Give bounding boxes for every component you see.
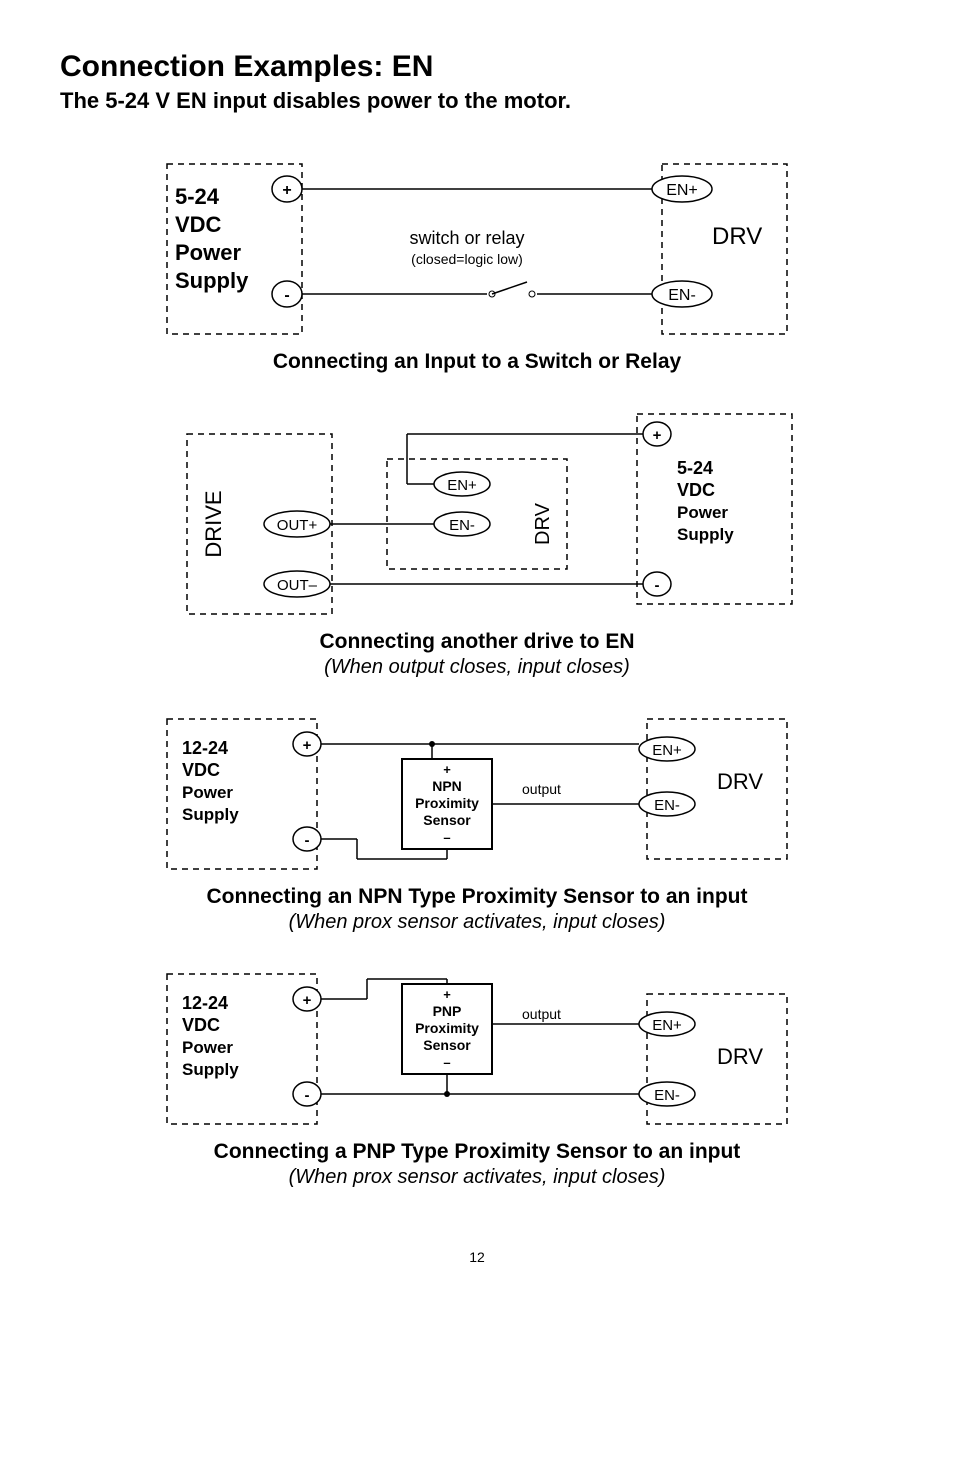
switch-label2: (closed=logic low) [411, 251, 523, 267]
sensor-l1: NPN [432, 778, 462, 794]
output-label: output [522, 1006, 561, 1022]
ps-l4: Supply [677, 525, 734, 544]
diagram1-caption: Connecting an Input to a Switch or Relay [273, 350, 681, 374]
en-minus: EN- [449, 517, 475, 534]
ps-label3: Power [175, 240, 241, 265]
ps-l3: Power [182, 783, 233, 802]
drive-label: DRIVE [201, 490, 226, 557]
sensor-l1: PNP [433, 1003, 462, 1019]
out-plus: OUT+ [277, 517, 318, 534]
drv-label: DRV [532, 502, 554, 545]
ps-l4: Supply [182, 1060, 239, 1079]
drv-label: DRV [712, 223, 762, 250]
plus: + [303, 737, 312, 754]
en-minus: EN- [654, 1087, 680, 1104]
minus: - [305, 1087, 310, 1104]
en-plus: EN+ [652, 742, 682, 759]
ps-l4: Supply [182, 805, 239, 824]
ps-l3: Power [182, 1038, 233, 1057]
drv-label: DRV [717, 1044, 763, 1069]
section-heading: Connection Examples: EN [60, 50, 894, 84]
sensor-l2: Proximity [415, 795, 479, 811]
output-label: output [522, 781, 561, 797]
en-plus: EN+ [666, 182, 698, 199]
ps-l2: VDC [182, 1015, 220, 1035]
ps-l1: 12-24 [182, 738, 228, 758]
ps-l2: VDC [182, 760, 220, 780]
en-minus: EN- [654, 797, 680, 814]
ps-l1: 5-24 [677, 458, 713, 478]
diagram4-caption-bold: Connecting a PNP Type Proximity Sensor t… [214, 1140, 741, 1164]
diagram2-caption-italic: (When output closes, input closes) [324, 656, 630, 679]
sensor-plus: + [443, 987, 451, 1002]
diagram3-caption-bold: Connecting an NPN Type Proximity Sensor … [207, 885, 748, 909]
sensor-minus: – [443, 1055, 450, 1070]
plus: + [303, 992, 312, 1009]
plus: + [653, 427, 662, 444]
diagram-drive-to-en: DRIVE OUT+ OUT– DRV EN+ EN- 5-24 VDC Pow… [157, 404, 797, 624]
ps-l2: VDC [677, 480, 715, 500]
en-plus: EN+ [447, 477, 477, 494]
diagram4-caption-italic: (When prox sensor activates, input close… [289, 1166, 666, 1189]
sensor-minus: – [443, 830, 450, 845]
diagram-npn-sensor: 12-24 VDC Power Supply + - + NPN Proximi… [157, 709, 797, 879]
ps-l3: Power [677, 503, 728, 522]
diagram3-caption-italic: (When prox sensor activates, input close… [289, 911, 666, 934]
switch-label1: switch or relay [409, 228, 524, 248]
en-minus: EN- [668, 287, 696, 304]
sensor-l2: Proximity [415, 1020, 479, 1036]
ps-label1: 5-24 [175, 184, 220, 209]
sensor-l3: Sensor [423, 1037, 471, 1053]
out-minus: OUT– [277, 577, 318, 594]
ps-label4: Supply [175, 268, 249, 293]
section-subheading: The 5-24 V EN input disables power to th… [60, 88, 894, 114]
minus-terminal: - [284, 287, 289, 304]
diagram2-caption-bold: Connecting another drive to EN [319, 630, 634, 654]
en-plus: EN+ [652, 1017, 682, 1034]
ps-l1: 12-24 [182, 993, 228, 1013]
plus-terminal: + [282, 182, 291, 199]
minus: - [655, 577, 660, 594]
diagram-switch-relay: 5-24 VDC Power Supply + - DRV EN+ EN- sw… [157, 154, 797, 344]
sensor-l3: Sensor [423, 812, 471, 828]
ps-label2: VDC [175, 212, 222, 237]
diagram-pnp-sensor: 12-24 VDC Power Supply + - + PNP Proximi… [157, 964, 797, 1134]
sensor-plus: + [443, 762, 451, 777]
page-number: 12 [60, 1249, 894, 1265]
drv-label: DRV [717, 769, 763, 794]
minus: - [305, 832, 310, 849]
